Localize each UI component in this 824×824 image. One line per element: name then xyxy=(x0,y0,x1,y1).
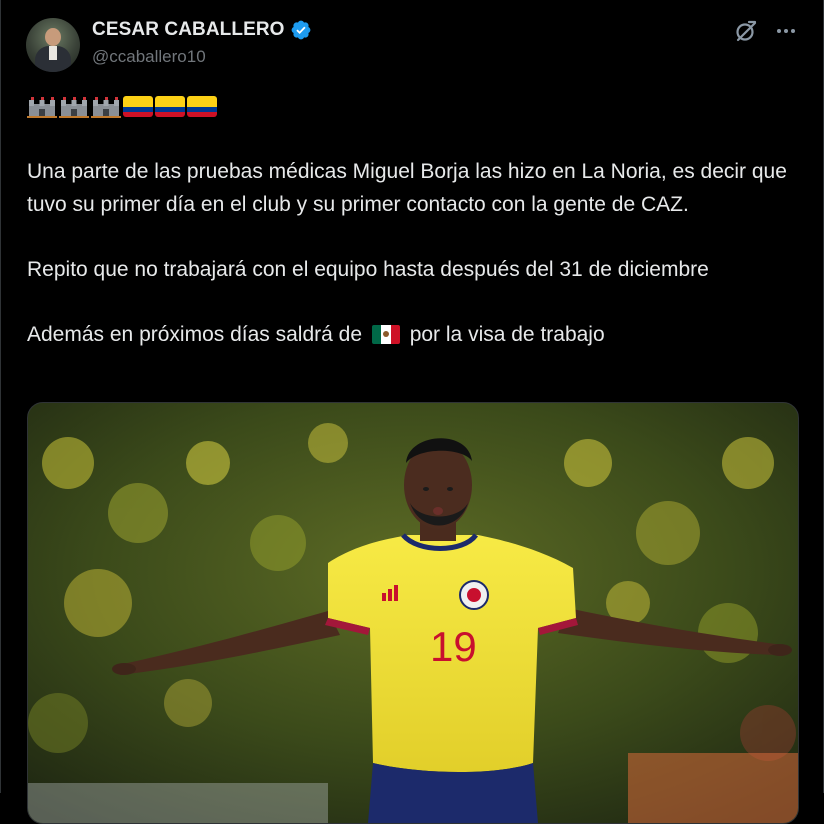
tweet-text: Una parte de las pruebas médicas Miguel … xyxy=(27,155,807,351)
tweet-paragraph-3-end: por la visa de trabajo xyxy=(409,323,605,346)
castle-emoji-icon xyxy=(59,97,89,118)
colombia-flag-icon xyxy=(187,96,217,117)
author-avatar[interactable] xyxy=(26,18,80,72)
mexico-flag-icon xyxy=(371,325,400,344)
grok-icon[interactable] xyxy=(733,18,759,44)
jersey-number: 19 xyxy=(430,623,477,670)
more-options-icon[interactable] xyxy=(773,18,799,44)
author-name-row: CESAR CABALLERO xyxy=(92,18,312,42)
avatar-head xyxy=(45,28,61,46)
tweet-paragraph-3-start: Además en próximos días saldrá de xyxy=(27,323,363,346)
castle-emoji-icon xyxy=(91,97,121,118)
tweet-paragraph-1: Una parte de las pruebas médicas Miguel … xyxy=(27,160,787,216)
colombia-flag-icon xyxy=(155,96,185,117)
author-handle[interactable]: @ccaballero10 xyxy=(92,47,206,67)
tweet-media-image[interactable]: 19 xyxy=(27,402,799,824)
tweet-paragraph-2: Repito que no trabajará con el equipo ha… xyxy=(27,258,709,281)
castle-emoji-icon xyxy=(27,97,57,118)
verified-badge-icon[interactable] xyxy=(290,19,312,41)
emoji-line xyxy=(27,96,217,118)
tweet-paragraph-3: Además en próximos días saldrá de por la… xyxy=(27,318,807,351)
author-display-name[interactable]: CESAR CABALLERO xyxy=(92,19,285,41)
tweet-top-actions xyxy=(733,18,799,44)
player-photo: 19 xyxy=(28,403,798,823)
colombia-flag-icon xyxy=(123,96,153,117)
avatar-shirt xyxy=(49,46,57,60)
tweet-card: CESAR CABALLERO @ccaballero10 Una parte … xyxy=(0,0,824,824)
